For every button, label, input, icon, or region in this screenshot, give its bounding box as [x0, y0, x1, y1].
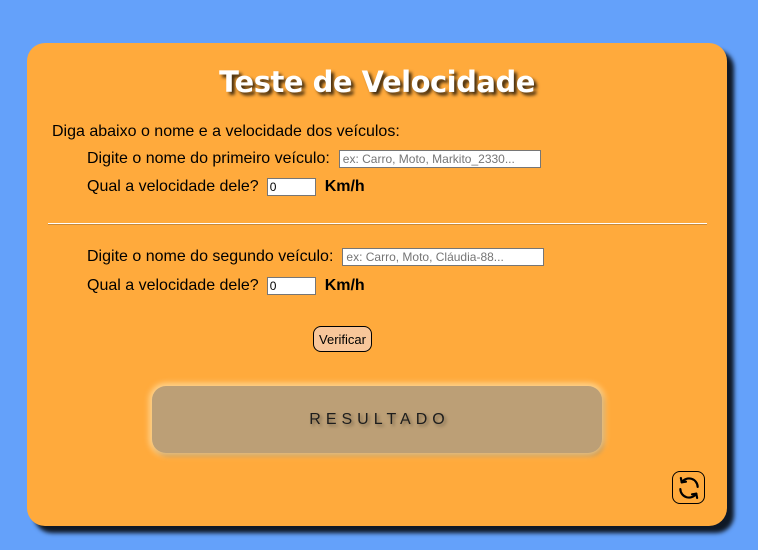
intro-text: Diga abaixo o nome e a velocidade dos ve… [52, 123, 400, 140]
result-label: RESULTADO [309, 410, 450, 428]
refresh-icon [678, 476, 699, 499]
vehicle1-name-label: Digite o nome do primeiro veículo: [87, 150, 330, 167]
divider [48, 223, 707, 224]
result-box: RESULTADO [152, 386, 602, 453]
speed-test-card: Teste de Velocidade Diga abaixo o nome e… [27, 43, 727, 526]
reload-button[interactable] [672, 471, 705, 504]
vehicle1-speed-input[interactable] [266, 178, 316, 196]
vehicle2-speed-row: Qual a velocidade dele? Km/h [87, 277, 365, 295]
vehicle2-name-label: Digite o nome do segundo veículo: [87, 248, 334, 265]
vehicle1-speed-label: Qual a velocidade dele? [87, 178, 259, 195]
vehicle1-name-input[interactable] [338, 150, 541, 168]
vehicle1-speed-row: Qual a velocidade dele? Km/h [87, 178, 365, 196]
vehicle2-speed-input[interactable] [266, 277, 316, 295]
vehicle2-name-input[interactable] [342, 248, 545, 266]
vehicle2-name-row: Digite o nome do segundo veículo: [87, 248, 545, 266]
vehicle2-speed-label: Qual a velocidade dele? [87, 277, 259, 294]
vehicle1-name-row: Digite o nome do primeiro veículo: [87, 150, 541, 168]
vehicle1-speed-unit: Km/h [324, 178, 365, 195]
page-title: Teste de Velocidade [219, 65, 535, 99]
vehicle2-speed-unit: Km/h [324, 277, 365, 294]
verify-button[interactable]: Verificar [313, 326, 372, 352]
